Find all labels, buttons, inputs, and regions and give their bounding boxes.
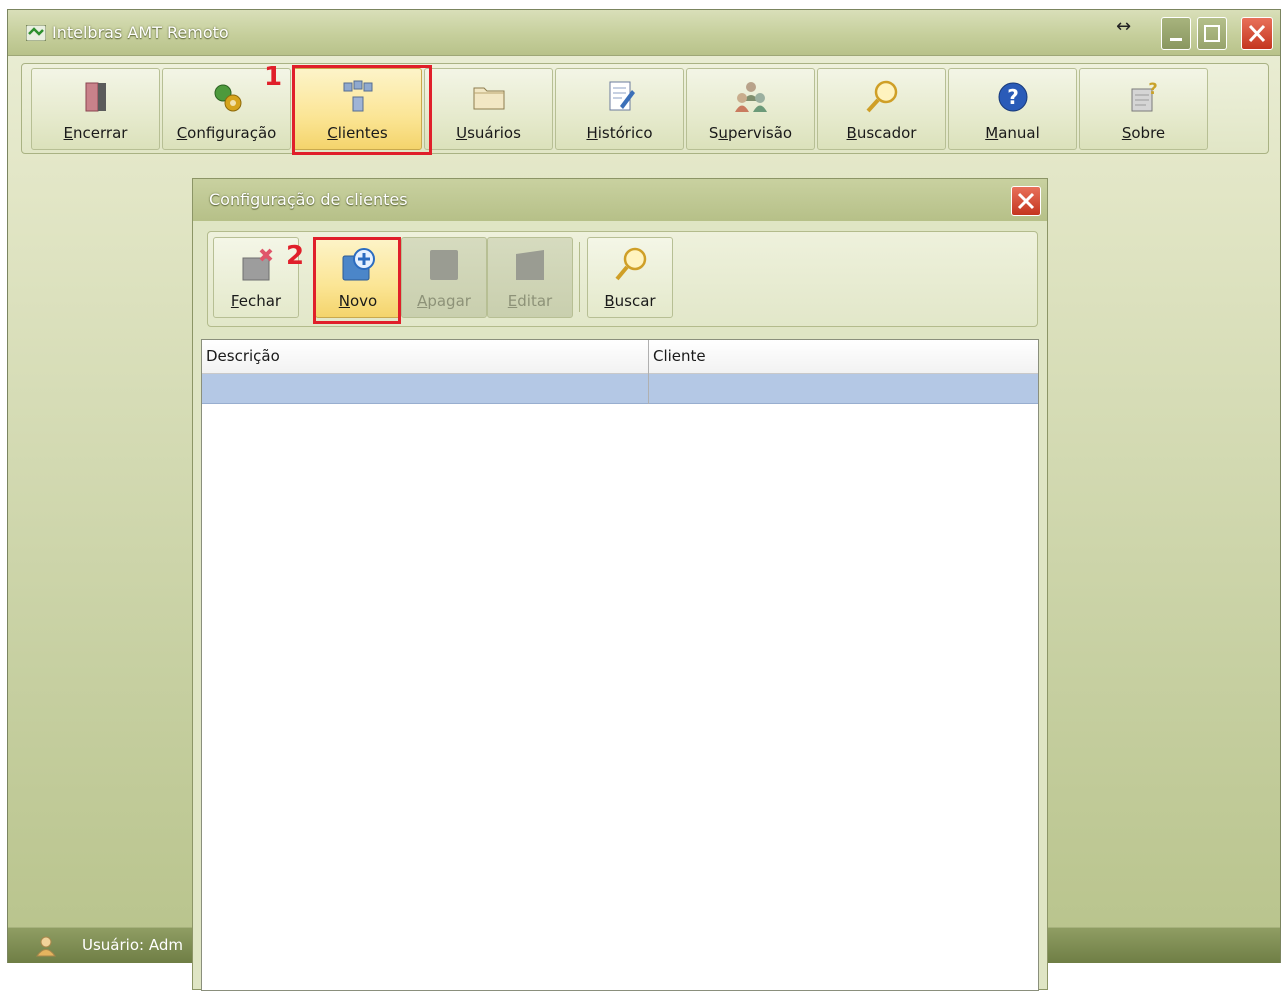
toolbar-label-configuracao: Configuração [176,124,277,142]
toolbar-button-encerrar[interactable]: Encerrar [31,68,160,150]
help-icon: ? [998,82,1027,112]
edit-icon [516,250,544,280]
toolbar-label-encerrar: Encerrar [63,124,128,142]
toolbar-button-usuarios[interactable]: Usuários [424,68,553,150]
app-icon [26,25,46,41]
table-row[interactable] [202,374,1038,404]
column-header-cliente[interactable]: Cliente [649,340,1039,374]
dialog-title-bar[interactable]: Configuração de clientes [193,179,1047,221]
toolbar-label-buscador: Buscador [846,124,917,142]
toolbar-label-manual: Manual [985,124,1040,142]
maximize-button[interactable] [1197,17,1227,50]
window-title: Intelbras AMT Remoto [52,23,229,42]
gears-config-icon [214,84,241,112]
step-number-2: 2 [286,241,305,271]
editar-button[interactable]: Editar [487,237,573,318]
apagar-button[interactable]: Apagar [401,237,487,318]
toolbar-button-manual[interactable]: ? Manual [948,68,1077,150]
maximize-icon [1204,25,1220,42]
folder-icon [473,87,504,110]
toolbar-label-historico: Histórico [586,124,653,142]
main-toolbar: Encerrar Configuração Clientes Usuários … [21,63,1269,154]
dialog-title: Configuração de clientes [209,190,408,209]
toolbar-button-buscador[interactable]: Buscador [817,68,946,150]
magnifier-icon [866,80,897,113]
close-document-icon [242,248,273,281]
minimize-icon [1170,38,1182,41]
user-icon [36,936,56,957]
column-divider[interactable] [648,340,649,404]
clients-table[interactable]: Descrição Cliente [201,339,1039,991]
delete-icon [430,250,458,280]
highlight-box-clientes [292,65,432,155]
minimize-button[interactable] [1161,17,1191,50]
highlight-box-novo [313,237,401,324]
editar-label: Editar [507,292,553,310]
fechar-label: Fechar [230,292,282,310]
svg-text:?: ? [1148,79,1157,98]
toolbar-button-supervisao[interactable]: Supervisão [686,68,815,150]
buscar-label: Buscar [604,292,656,310]
document-edit-icon [609,81,635,111]
close-icon [1248,24,1266,43]
toolbar-label-usuarios: Usuários [456,124,521,142]
close-button[interactable] [1241,17,1273,50]
buscar-button[interactable]: Buscar [587,237,673,318]
title-bar[interactable]: Intelbras AMT Remoto ↔ [8,10,1280,56]
dialog-close-button[interactable] [1011,186,1041,216]
toolbar-label-sobre: Sobre [1121,124,1166,142]
toolbar-label-supervisao: Supervisão [708,124,793,142]
resize-arrows-icon[interactable]: ↔ [1116,16,1131,37]
toolbar-button-historico[interactable]: Histórico [555,68,684,150]
close-icon [1017,192,1035,210]
svg-text:?: ? [1007,85,1019,109]
info-document-icon: ? [1131,79,1157,112]
apagar-label: Apagar [417,292,471,310]
status-user-text: Usuário: Adm [82,936,183,954]
users-group-icon [734,82,767,112]
table-header: Descrição Cliente [202,340,1038,374]
door-exit-icon [85,82,106,112]
step-number-1: 1 [264,62,283,92]
magnifier-icon [615,247,647,281]
column-header-descricao[interactable]: Descrição [202,340,648,374]
toolbar-button-sobre[interactable]: ? Sobre [1079,68,1208,150]
toolbar-separator [579,242,580,312]
